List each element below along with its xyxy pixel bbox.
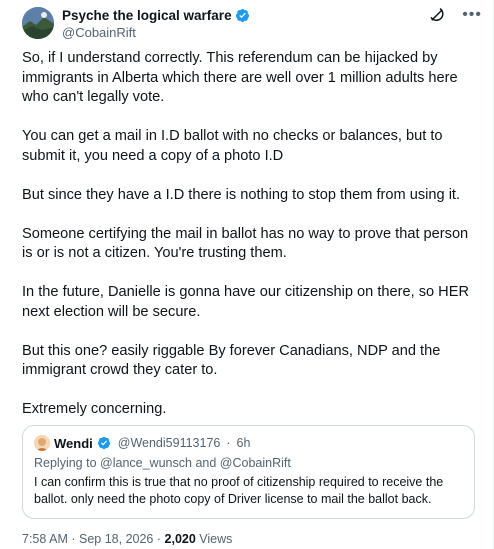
views-label: Views: [199, 532, 233, 546]
tweet-paragraph: Extremely concerning.: [22, 401, 167, 417]
tweet-text: So, if I understand correctly. This refe…: [22, 49, 480, 420]
tweet-detail: Psyche the logical warfare @CobainRift •…: [0, 0, 494, 549]
separator-dot: ·: [71, 532, 76, 546]
mention-link[interactable]: @lance_wunsch: [100, 456, 192, 470]
tweet-paragraph: In the future, Danielle is gonna have ou…: [22, 284, 469, 320]
quoted-author-avatar[interactable]: [34, 435, 50, 451]
views-count: 2,020: [164, 532, 196, 546]
replying-to-and: and: [195, 456, 217, 470]
tweet-header: Psyche the logical warfare @CobainRift •…: [22, 6, 482, 40]
quoted-tweet-header: Wendi @Wendi59113176 · 6h: [34, 435, 463, 451]
grok-icon[interactable]: [428, 6, 446, 24]
author-avatar[interactable]: [22, 7, 54, 39]
quoted-author-handle[interactable]: @Wendi59113176: [118, 436, 221, 450]
author-name[interactable]: Psyche the logical warfare: [62, 8, 232, 23]
tweet-paragraph: But since they have a I.D there is nothi…: [22, 186, 461, 203]
quoted-tweet-text: I can confirm this is true that no proof…: [34, 475, 444, 506]
separator-dot: ·: [226, 436, 231, 450]
separator-dot: ·: [156, 532, 162, 546]
post-date[interactable]: Sep 18, 2026: [79, 532, 153, 546]
tweet-paragraph: So, if I understand correctly. This refe…: [22, 50, 458, 105]
quoted-author-name[interactable]: Wendi: [54, 436, 93, 451]
author-names: Psyche the logical warfare @CobainRift: [62, 7, 250, 40]
tweet-paragraph: But this one? easily riggable By forever…: [22, 342, 441, 379]
mention-link[interactable]: @CobainRift: [220, 456, 291, 470]
quoted-time: 6h: [236, 436, 251, 450]
verified-badge-icon: [97, 436, 112, 451]
tweet-paragraph: You can get a mail in I.D ballot with no…: [22, 128, 443, 164]
replying-to-line: Replying to @lance_wunsch and @CobainRif…: [34, 456, 463, 470]
author-handle[interactable]: @CobainRift: [62, 25, 250, 40]
quoted-tweet[interactable]: Wendi @Wendi59113176 · 6h Replying to @l…: [22, 425, 475, 519]
header-actions: •••: [428, 6, 482, 24]
replying-to-label: Replying to: [34, 456, 97, 470]
tweet-paragraph: Someone certifying the mail in ballot ha…: [22, 225, 469, 262]
more-options-icon[interactable]: •••: [462, 6, 482, 24]
verified-badge-icon: [235, 8, 250, 23]
post-time[interactable]: 7:58 AM: [22, 532, 68, 546]
tweet-footer: 7:58 AM · Sep 18, 2026 · 2,020 Views: [22, 532, 232, 546]
